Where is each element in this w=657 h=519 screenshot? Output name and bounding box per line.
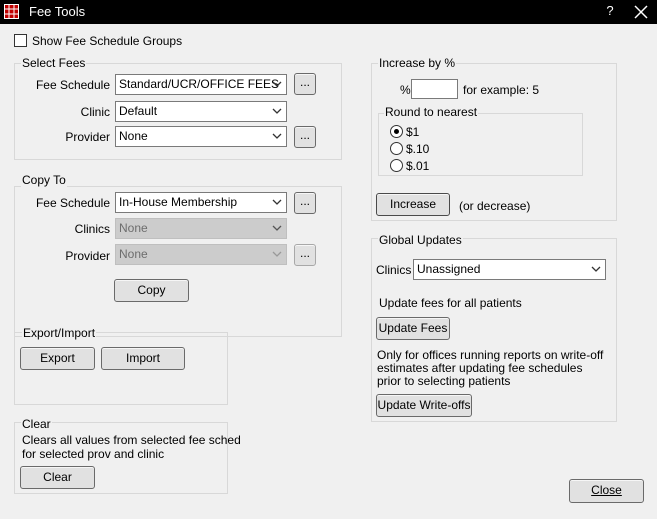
chevron-down-icon bbox=[272, 108, 282, 114]
example-text: for example: 5 bbox=[463, 83, 540, 97]
update-writeoffs-button[interactable]: Update Write-offs bbox=[376, 394, 472, 417]
clear-description-line2: for selected prov and clinic bbox=[22, 447, 165, 461]
round-radio-1[interactable] bbox=[390, 125, 403, 138]
close-button-label: Close bbox=[591, 483, 622, 497]
copy-fee-schedule-browse-button[interactable]: ... bbox=[294, 192, 316, 214]
select-provider-label: Provider bbox=[65, 130, 110, 144]
global-updates-title: Global Updates bbox=[378, 233, 463, 247]
copy-clinics-dropdown: None bbox=[115, 218, 287, 239]
chevron-down-icon bbox=[272, 225, 282, 231]
chevron-down-icon bbox=[591, 266, 601, 272]
select-fee-schedule-browse-button[interactable]: ... bbox=[294, 73, 316, 95]
round-option-10: $.10 bbox=[406, 142, 430, 156]
round-radio-01[interactable] bbox=[390, 159, 403, 172]
show-groups-label: Show Fee Schedule Groups bbox=[32, 34, 183, 48]
close-button[interactable]: Close bbox=[569, 479, 644, 503]
title-bar: Fee Tools ? bbox=[0, 0, 657, 24]
copy-provider-label: Provider bbox=[65, 249, 110, 263]
writeoff-text-line2: estimates after updating fee schedules bbox=[377, 361, 583, 375]
chevron-down-icon bbox=[272, 251, 282, 257]
copy-provider-value: None bbox=[119, 247, 148, 261]
copy-fee-schedule-value: In-House Membership bbox=[119, 195, 238, 209]
copy-clinics-label: Clinics bbox=[74, 222, 110, 236]
copy-fee-schedule-dropdown[interactable]: In-House Membership bbox=[115, 192, 287, 213]
writeoff-text-line3: prior to selecting patients bbox=[377, 374, 511, 388]
app-grid-icon bbox=[4, 4, 19, 19]
copy-to-title: Copy To bbox=[21, 173, 67, 187]
copy-button[interactable]: Copy bbox=[114, 279, 189, 302]
global-clinics-label: Clinics bbox=[376, 263, 412, 277]
copy-fee-schedule-label: Fee Schedule bbox=[35, 196, 110, 210]
round-option-1: $1 bbox=[406, 125, 420, 139]
chevron-down-icon bbox=[272, 199, 282, 205]
round-title: Round to nearest bbox=[384, 105, 479, 119]
increase-title: Increase by % bbox=[378, 56, 457, 70]
select-clinic-label: Clinic bbox=[80, 105, 110, 119]
select-fee-schedule-label: Fee Schedule bbox=[35, 78, 110, 92]
select-fee-schedule-dropdown[interactable]: Standard/UCR/OFFICE FEES bbox=[115, 74, 287, 95]
import-button[interactable]: Import bbox=[101, 347, 185, 370]
chevron-down-icon bbox=[272, 81, 282, 87]
update-fees-button[interactable]: Update Fees bbox=[376, 317, 450, 340]
update-fees-text: Update fees for all patients bbox=[379, 296, 522, 310]
percent-input[interactable] bbox=[411, 79, 458, 99]
show-groups-checkbox[interactable] bbox=[14, 34, 27, 47]
global-clinics-dropdown[interactable]: Unassigned bbox=[413, 259, 606, 280]
round-radio-10[interactable] bbox=[390, 142, 403, 155]
or-decrease-text: (or decrease) bbox=[459, 199, 531, 213]
select-provider-value: None bbox=[119, 129, 148, 143]
writeoff-text-line1: Only for offices running reports on writ… bbox=[377, 348, 604, 362]
copy-provider-dropdown: None bbox=[115, 244, 287, 265]
dialog-body: Show Fee Schedule Groups Select Fees Fee… bbox=[1, 24, 656, 518]
window-title: Fee Tools bbox=[29, 4, 86, 19]
global-clinics-value: Unassigned bbox=[417, 262, 481, 276]
export-import-title: Export/Import bbox=[22, 326, 97, 340]
percent-label: % bbox=[400, 83, 411, 97]
select-clinic-value: Default bbox=[119, 104, 158, 118]
copy-provider-browse-button[interactable]: ... bbox=[294, 244, 316, 266]
clear-button[interactable]: Clear bbox=[20, 466, 95, 489]
increase-button[interactable]: Increase bbox=[376, 193, 450, 216]
clear-title: Clear bbox=[21, 417, 52, 431]
select-fee-schedule-value: Standard/UCR/OFFICE FEES bbox=[119, 77, 280, 91]
select-clinic-dropdown[interactable]: Default bbox=[115, 101, 287, 122]
select-fees-title: Select Fees bbox=[21, 56, 87, 70]
select-provider-browse-button[interactable]: ... bbox=[294, 126, 316, 148]
copy-clinics-value: None bbox=[119, 221, 148, 235]
help-button[interactable]: ? bbox=[603, 3, 617, 21]
close-icon[interactable] bbox=[632, 3, 650, 21]
export-button[interactable]: Export bbox=[20, 347, 95, 370]
clear-description-line1: Clears all values from selected fee sche… bbox=[22, 433, 241, 447]
round-option-01: $.01 bbox=[406, 159, 430, 173]
select-provider-dropdown[interactable]: None bbox=[115, 126, 287, 147]
chevron-down-icon bbox=[272, 133, 282, 139]
